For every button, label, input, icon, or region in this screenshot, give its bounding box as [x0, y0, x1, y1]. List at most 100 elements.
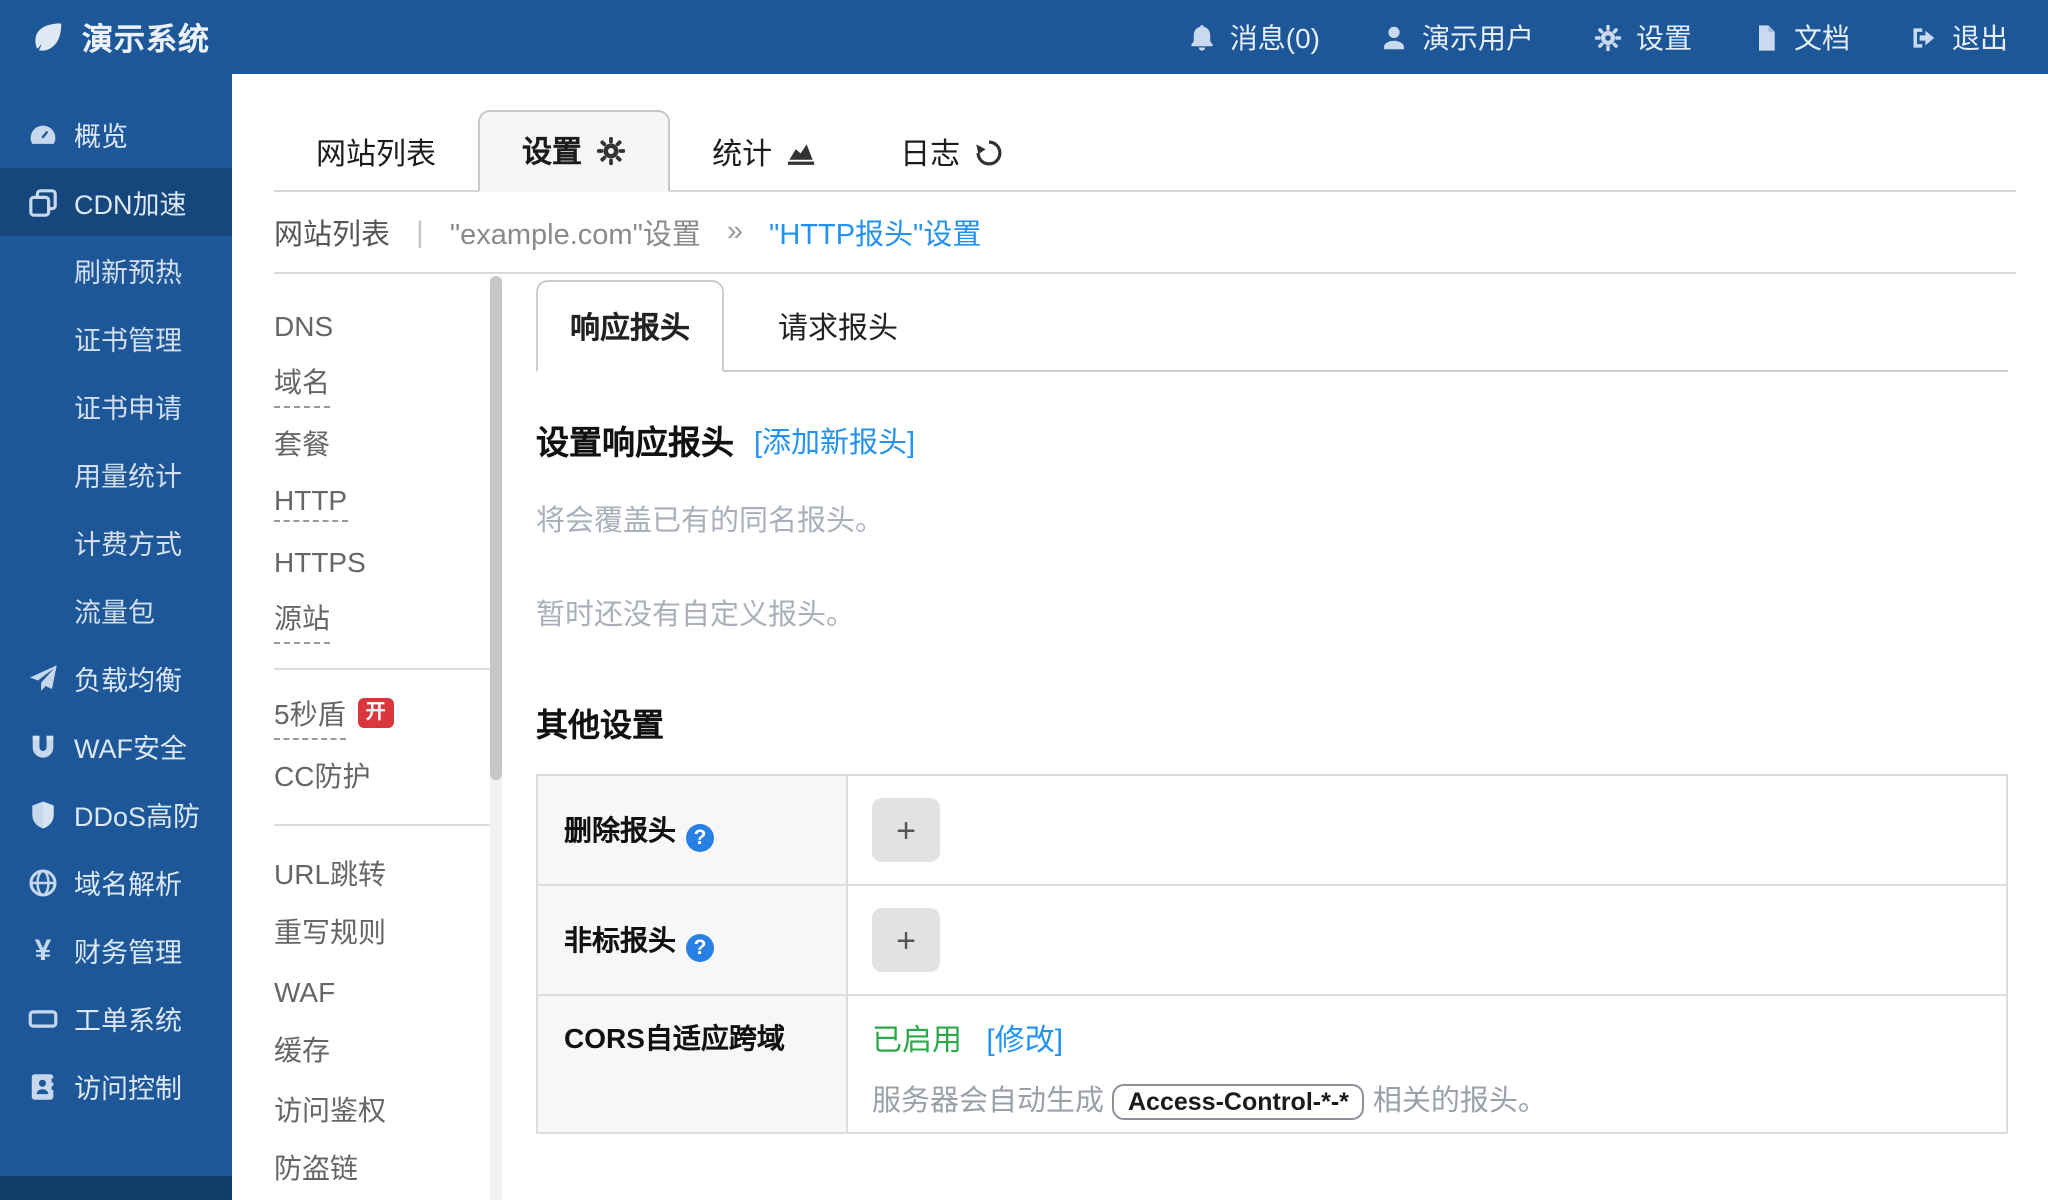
- file-icon: [1752, 23, 1780, 51]
- scrollbar-thumb[interactable]: [490, 276, 502, 780]
- sidebar-item-load-balance[interactable]: 负载均衡: [0, 644, 232, 712]
- messages-label: 消息(0): [1230, 17, 1320, 57]
- help-icon[interactable]: ?: [686, 823, 714, 851]
- submenu-divider: [274, 824, 490, 826]
- cors-header-pill: Access-Control-*-*: [1112, 1084, 1365, 1120]
- logout-button[interactable]: 退出: [1910, 17, 2008, 57]
- submenu-item-origin[interactable]: 源站: [274, 591, 490, 650]
- submenu-item-https[interactable]: HTTPS: [274, 532, 490, 591]
- tab-site-list[interactable]: 网站列表: [274, 114, 478, 190]
- table-row: CORS自适应跨域 已启用 [修改] 服务器会自动生成Access-Contro…: [537, 995, 2007, 1133]
- settings-submenu: DNS 域名 套餐 HTTP HTTPS 源站 5秒盾 开 CC防护 URL跳转…: [274, 274, 490, 1200]
- top-nav: 消息(0) 演示用户 设置 文档 退出: [1188, 17, 2048, 57]
- submenu-item-url-redirect[interactable]: URL跳转: [274, 844, 490, 903]
- submenu-item-hotlink[interactable]: 防盗链: [274, 1139, 490, 1198]
- submenu-item-auth[interactable]: 访问鉴权: [274, 1080, 490, 1139]
- sidebar-item-cert-apply[interactable]: 证书申请: [0, 372, 232, 440]
- breadcrumb-separator: |: [416, 215, 424, 249]
- breadcrumb-separator: »: [727, 216, 743, 248]
- docs-label: 文档: [1794, 17, 1850, 57]
- add-header-link[interactable]: [添加新报头]: [754, 419, 915, 461]
- override-note: 将会覆盖已有的同名报头。: [536, 498, 2008, 540]
- settings-button[interactable]: 设置: [1594, 17, 1692, 57]
- cors-description: 服务器会自动生成Access-Control-*-*相关的报头。: [872, 1078, 1982, 1120]
- header-tabs: 响应报头 请求报头: [536, 278, 2008, 372]
- sidebar-item-dns[interactable]: 域名解析: [0, 848, 232, 916]
- tab-settings[interactable]: 设置: [478, 110, 670, 192]
- globe-icon: [28, 867, 58, 897]
- section-title: 设置响应报头: [536, 416, 734, 464]
- other-settings-table: 删除报头? + 非标报头? +: [536, 774, 2008, 1134]
- sidebar-footer: [0, 1176, 232, 1200]
- submenu-item-cache[interactable]: 缓存: [274, 1021, 490, 1080]
- cors-edit-link[interactable]: [修改]: [986, 1024, 1063, 1058]
- breadcrumb-domain-settings[interactable]: "example.com"设置: [450, 211, 701, 253]
- address-book-icon: [28, 1071, 58, 1101]
- http-header-panel: 响应报头 请求报头 设置响应报头 [添加新报头] 将会覆盖已有的同名报头。 暂时…: [536, 274, 2008, 1200]
- bell-icon: [1188, 23, 1216, 51]
- breadcrumb-site-list[interactable]: 网站列表: [274, 211, 390, 253]
- cors-status: 已启用: [872, 1024, 962, 1058]
- docs-button[interactable]: 文档: [1752, 17, 1850, 57]
- submenu-divider: [274, 668, 490, 670]
- magnet-icon: [28, 731, 58, 761]
- add-delete-header-button[interactable]: +: [872, 798, 940, 862]
- clone-icon: [28, 187, 58, 217]
- submenu-item-waf[interactable]: WAF: [274, 962, 490, 1021]
- submenu-scrollbar[interactable]: [490, 276, 502, 1200]
- sidebar-item-waf[interactable]: WAF安全: [0, 712, 232, 780]
- submenu-item-http[interactable]: HTTP: [274, 473, 490, 532]
- chart-area-icon: [786, 137, 816, 167]
- sidebar-item-access-control[interactable]: 访问控制: [0, 1052, 232, 1120]
- empty-note: 暂时还没有自定义报头。: [536, 592, 2008, 634]
- sidebar-item-usage[interactable]: 用量统计: [0, 440, 232, 508]
- table-row: 非标报头? +: [537, 885, 2007, 995]
- tab-statistics[interactable]: 统计: [670, 114, 858, 190]
- table-row: 删除报头? +: [537, 775, 2007, 885]
- sidebar-item-cdn[interactable]: CDN加速: [0, 168, 232, 236]
- site-tabs: 网站列表 设置 统计 日志: [274, 114, 2016, 192]
- tab-logs[interactable]: 日志: [858, 114, 1046, 190]
- leaf-logo-icon: [30, 20, 64, 54]
- add-nonstandard-header-button[interactable]: +: [872, 908, 940, 972]
- logout-label: 退出: [1952, 17, 2008, 57]
- brand[interactable]: 演示系统: [0, 15, 210, 59]
- user-icon: [1380, 23, 1408, 51]
- yen-icon: ¥: [28, 933, 58, 967]
- tab-request-headers[interactable]: 请求报头: [724, 284, 952, 370]
- history-icon: [974, 137, 1004, 167]
- row-label-cell: 非标报头?: [537, 885, 847, 995]
- submenu-item-cc-protect[interactable]: CC防护: [274, 747, 490, 806]
- brand-label: 演示系统: [82, 15, 210, 59]
- row-label-cell: CORS自适应跨域: [537, 995, 847, 1133]
- user-menu[interactable]: 演示用户: [1380, 17, 1534, 57]
- sidebar-item-purge[interactable]: 刷新预热: [0, 236, 232, 304]
- breadcrumb-http-header-settings[interactable]: "HTTP报头"设置: [769, 211, 981, 253]
- messages-button[interactable]: 消息(0): [1188, 17, 1320, 57]
- settings-body: DNS 域名 套餐 HTTP HTTPS 源站 5秒盾 开 CC防护 URL跳转…: [274, 274, 2048, 1200]
- row-label-cell: 删除报头?: [537, 775, 847, 885]
- dashboard-icon: [28, 119, 58, 149]
- ticket-icon: [28, 1003, 58, 1033]
- tab-response-headers[interactable]: 响应报头: [536, 280, 724, 372]
- sidebar-item-tickets[interactable]: 工单系统: [0, 984, 232, 1052]
- row-value-cell: +: [847, 885, 2007, 995]
- sidebar-item-billing[interactable]: 计费方式: [0, 508, 232, 576]
- main-content: 网站列表 设置 统计 日志 网站列表 | "example.com"设置 » "…: [232, 74, 2048, 1200]
- submenu-item-plan[interactable]: 套餐: [274, 414, 490, 473]
- sidebar-item-label: 概览: [74, 114, 128, 154]
- help-icon[interactable]: ?: [686, 933, 714, 961]
- app-window: 演示系统 消息(0) 演示用户 设置 文档 退出: [0, 0, 2048, 1200]
- submenu-item-dns[interactable]: DNS: [274, 296, 490, 355]
- sidebar-item-cert-manage[interactable]: 证书管理: [0, 304, 232, 372]
- submenu-item-5s-shield[interactable]: 5秒盾 开: [274, 688, 490, 747]
- submenu-item-domain[interactable]: 域名: [274, 355, 490, 414]
- sidebar-item-ddos[interactable]: DDoS高防: [0, 780, 232, 848]
- sidebar-item-overview[interactable]: 概览: [0, 100, 232, 168]
- breadcrumb: 网站列表 | "example.com"设置 » "HTTP报头"设置: [274, 192, 2016, 274]
- on-badge: 开: [358, 699, 394, 729]
- sidebar-item-traffic-pack[interactable]: 流量包: [0, 576, 232, 644]
- submenu-item-rewrite-rules[interactable]: 重写规则: [274, 903, 490, 962]
- shield-icon: [28, 799, 58, 829]
- sidebar-item-finance[interactable]: ¥ 财务管理: [0, 916, 232, 984]
